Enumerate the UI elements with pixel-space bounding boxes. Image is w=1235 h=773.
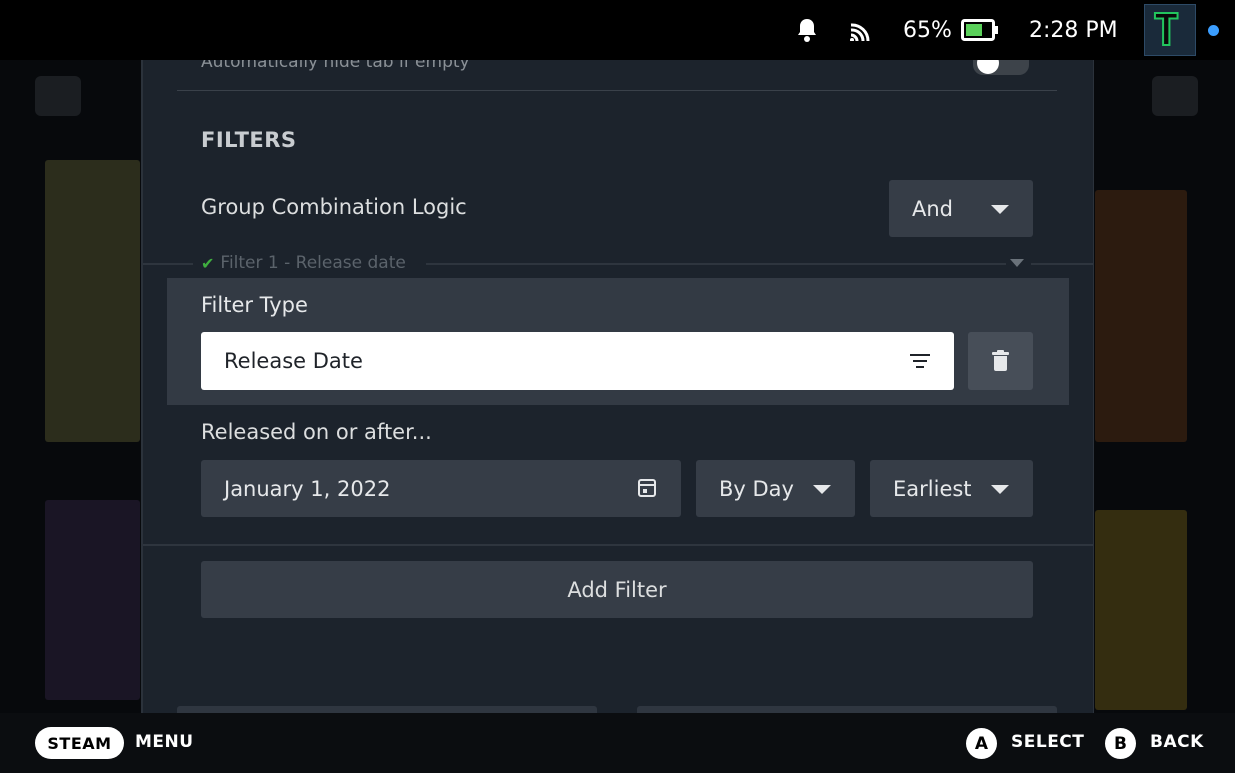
filters-section-title: FILTERS <box>201 128 297 152</box>
add-filter-button[interactable]: Add Filter <box>201 561 1033 618</box>
left-bumper-hint <box>35 76 81 116</box>
game-tile <box>45 160 140 442</box>
filter-settings-panel: Automatically hide tab if empty FILTERS … <box>143 52 1093 716</box>
date-value: January 1, 2022 <box>224 476 391 501</box>
delete-filter-button[interactable] <box>968 332 1033 390</box>
game-tile <box>45 500 140 700</box>
checkmark-icon: ✔ <box>201 253 215 273</box>
filter-icon <box>910 354 930 368</box>
filter-type-select[interactable]: Release Date <box>201 332 954 390</box>
hide-tab-toggle[interactable] <box>973 52 1029 75</box>
status-bar: 65% 2:28 PM T <box>0 0 1235 60</box>
footer-bar: STEAM MENU A SELECT B BACK <box>0 713 1235 773</box>
filter-type-value: Release Date <box>224 349 363 373</box>
game-tile <box>1095 510 1187 710</box>
wifi-icon <box>848 0 874 60</box>
filter-legend[interactable]: ✔ Filter 1 - Release date <box>201 253 406 273</box>
caret-down-icon <box>991 484 1009 494</box>
divider <box>1031 263 1093 265</box>
group-logic-dropdown[interactable]: And <box>889 180 1033 237</box>
online-status-dot <box>1208 25 1219 36</box>
order-dropdown[interactable]: Earliest <box>870 460 1033 517</box>
granularity-value: By Day <box>719 476 794 501</box>
caret-down-icon <box>991 204 1009 214</box>
trash-icon <box>992 350 1009 372</box>
date-picker-field[interactable]: January 1, 2022 <box>201 460 681 517</box>
select-label[interactable]: SELECT <box>1011 732 1084 752</box>
a-button-glyph: A <box>966 728 997 759</box>
caret-down-icon <box>813 484 831 494</box>
bell-icon[interactable] <box>795 0 819 60</box>
released-on-or-after-label: Released on or after... <box>201 420 432 444</box>
filter-type-label: Filter Type <box>201 293 308 317</box>
game-tile <box>1095 190 1187 442</box>
steam-button[interactable]: STEAM <box>35 727 124 759</box>
avatar-letter: T <box>1152 5 1180 56</box>
granularity-dropdown[interactable]: By Day <box>696 460 855 517</box>
menu-label: MENU <box>135 732 194 752</box>
divider <box>143 263 193 265</box>
b-button-glyph: B <box>1105 728 1136 759</box>
battery-percent: 65% <box>903 17 952 43</box>
calendar-icon <box>638 479 656 497</box>
filter-legend-label: Filter 1 - Release date <box>220 253 406 273</box>
group-logic-value: And <box>912 196 954 221</box>
clock: 2:28 PM <box>1029 17 1118 43</box>
back-label[interactable]: BACK <box>1150 732 1204 752</box>
divider <box>177 90 1057 91</box>
group-logic-label: Group Combination Logic <box>201 195 467 219</box>
battery-icon <box>961 0 999 60</box>
avatar[interactable]: T <box>1144 4 1196 56</box>
divider <box>426 263 1006 265</box>
divider <box>143 544 1093 546</box>
order-value: Earliest <box>893 476 972 501</box>
collapse-caret-icon[interactable] <box>1010 259 1024 267</box>
right-bumper-hint <box>1152 76 1198 116</box>
